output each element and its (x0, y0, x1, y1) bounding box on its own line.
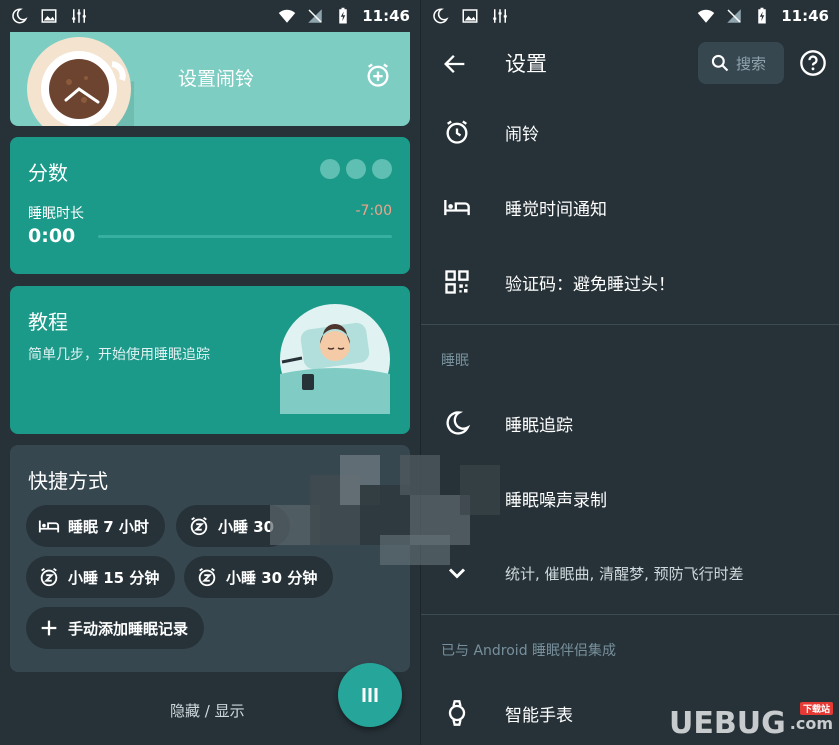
equalizer-status-icon (70, 7, 88, 25)
settings-item-label: 睡眠追踪 (505, 415, 573, 436)
tutorial-card[interactable]: 教程 简单几步，开始使用睡眠追踪 (10, 286, 410, 434)
watermark-domain: .com (789, 714, 833, 733)
site-watermark: UEBUG .com 下载站 (669, 702, 833, 741)
start-tracking-fab[interactable] (338, 663, 402, 727)
section-header-sleep: 睡眠 (441, 353, 469, 369)
pixelated-obscured-region (270, 455, 500, 565)
moon-status-icon (431, 7, 449, 25)
watch-icon (443, 699, 471, 727)
snooze-icon (40, 567, 58, 587)
wifi-icon (278, 7, 296, 25)
equalizer-status-icon (491, 7, 509, 25)
chip-label: 小睡 30 分钟 (226, 568, 318, 587)
sleep-deficit: -7:00 (355, 203, 393, 219)
coffee-cup-illustration (27, 37, 134, 126)
settings-item-label: 睡眠噪声录制 (505, 490, 607, 511)
help-icon[interactable] (799, 49, 827, 77)
watermark-tag: 下载站 (799, 702, 833, 715)
plus-icon (41, 620, 57, 636)
image-status-icon (40, 7, 58, 25)
add-sleep-record-button[interactable]: 手动添加睡眠记录 (26, 607, 205, 649)
shortcut-sleep-7h[interactable]: 睡眠 7 小时 (26, 505, 165, 547)
bed-icon (443, 193, 471, 221)
chip-label: 小睡 15 分钟 (68, 568, 160, 587)
search-placeholder: 搜索 (736, 54, 767, 73)
settings-item-bedtime[interactable]: 睡觉时间通知 (421, 170, 839, 244)
set-alarm-card[interactable]: 设置闹铃 (10, 26, 410, 126)
shortcuts-title: 快捷方式 (28, 469, 108, 493)
add-alarm-icon[interactable] (364, 61, 392, 89)
back-arrow-icon[interactable] (441, 50, 469, 78)
battery-charging-icon (334, 7, 352, 25)
settings-screen: 11:46 设置 搜索 闹铃 睡觉时间通知 验证码：避免睡过头！ 睡眠 睡眠追踪… (420, 0, 839, 745)
settings-item-label: 统计, 催眠曲, 清醒梦, 预防飞行时差 (505, 564, 744, 583)
dot-icon (320, 159, 340, 179)
search-input[interactable]: 搜索 (698, 42, 784, 84)
home-screen: 11:46 设置闹铃 分数 睡眠时长 0:00 -7:00 教程 简单几步，开始… (0, 0, 420, 745)
status-bar: 11:46 (0, 0, 420, 32)
settings-item-label: 睡觉时间通知 (505, 199, 607, 220)
chip-label: 睡眠 7 小时 (68, 517, 149, 536)
settings-app-bar: 设置 搜索 (421, 32, 839, 94)
watermark-brand: UEBUG (669, 706, 786, 741)
search-icon (711, 54, 729, 72)
tutorial-title: 教程 (28, 310, 68, 334)
settings-item-label: 验证码：避免睡过头！ (505, 274, 675, 295)
score-card[interactable]: 分数 睡眠时长 0:00 -7:00 (10, 137, 410, 274)
no-signal-icon (725, 7, 743, 25)
sleep-progress-bar (98, 235, 392, 238)
settings-item-label: 智能手表 (505, 705, 573, 726)
bed-icon (38, 520, 60, 533)
status-time: 11:46 (781, 7, 829, 25)
tutorial-description: 简单几步，开始使用睡眠追踪 (28, 347, 210, 363)
page-title: 设置 (505, 52, 547, 76)
snooze-icon (198, 567, 216, 587)
status-bar: 11:46 (421, 0, 839, 32)
divider (421, 324, 839, 325)
no-signal-icon (306, 7, 324, 25)
sleep-duration-label: 睡眠时长 (28, 206, 84, 222)
settings-item-label: 闹铃 (505, 124, 539, 145)
dot-icon (346, 159, 366, 179)
sleep-duration-value: 0:00 (28, 225, 76, 247)
set-alarm-title: 设置闹铃 (178, 68, 255, 90)
settings-item-captcha[interactable]: 验证码：避免睡过头！ (421, 245, 839, 319)
chip-label: 手动添加睡眠记录 (68, 619, 189, 638)
bars-icon (362, 688, 378, 702)
dot-icon (372, 159, 392, 179)
sleeping-person-illustration (280, 304, 390, 414)
divider (421, 614, 839, 615)
overflow-dots[interactable] (320, 159, 392, 179)
image-status-icon (461, 7, 479, 25)
status-time: 11:46 (362, 7, 410, 25)
hide-show-toggle[interactable]: 隐藏 / 显示 (170, 700, 245, 721)
battery-charging-icon (753, 7, 771, 25)
alarm-icon (443, 118, 471, 146)
chip-label: 小睡 30 (218, 517, 275, 536)
snooze-icon (190, 516, 208, 536)
moon-icon (443, 409, 471, 437)
settings-item-sleep-tracking[interactable]: 睡眠追踪 (421, 386, 839, 460)
score-title: 分数 (28, 161, 68, 185)
settings-item-alarm[interactable]: 闹铃 (421, 95, 839, 169)
moon-status-icon (10, 7, 28, 25)
shortcut-nap-15min[interactable]: 小睡 15 分钟 (26, 556, 176, 598)
qr-code-icon (443, 268, 471, 296)
wifi-icon (697, 7, 715, 25)
section-header-android: 已与 Android 睡眠伴侣集成 (441, 643, 617, 659)
